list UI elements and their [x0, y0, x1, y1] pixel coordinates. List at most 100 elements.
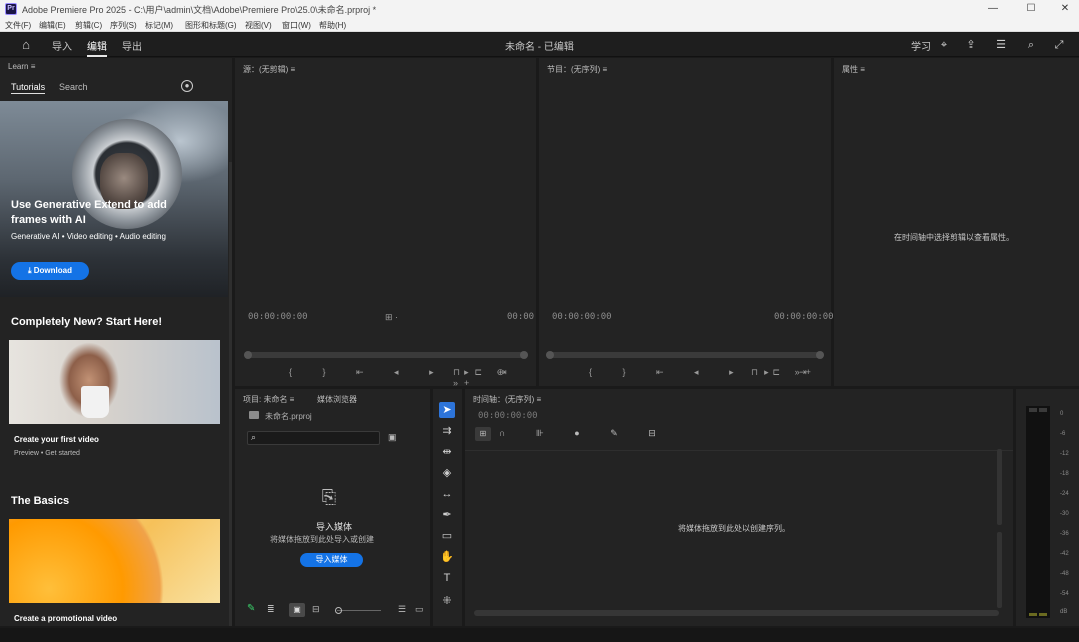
nest-icon[interactable]: ⊞	[475, 427, 491, 441]
tab-tutorials[interactable]: Tutorials	[11, 82, 46, 94]
razor-tool-icon[interactable]: ◈	[439, 465, 455, 481]
panels-icon[interactable]: ☰	[994, 38, 1008, 52]
hero-banner[interactable]: Use Generative Extend to add frames with…	[0, 101, 228, 297]
menu-bar: 文件(F) 编辑(E) 剪辑(C) 序列(S) 标记(M) 图形和标题(G) 视…	[0, 18, 1079, 32]
slip-tool-icon[interactable]: ↔	[439, 486, 455, 502]
freeform-view-icon[interactable]: ⊟	[312, 604, 320, 615]
menu-edit[interactable]: 编辑(E)	[39, 20, 66, 31]
cup-image	[81, 386, 109, 418]
import-media-sub: 将媒体拖放到此处导入或创建	[270, 535, 374, 544]
menu-file[interactable]: 文件(F)	[5, 20, 31, 31]
program-scrubber[interactable]	[546, 351, 824, 359]
program-lift-extract[interactable]: ⊓ ⊏ »+	[751, 367, 817, 378]
meter-label: -6	[1060, 431, 1066, 437]
project-file-name: 未命名.prproj	[265, 412, 312, 421]
rectangle-tool-icon[interactable]: ▭	[439, 528, 455, 544]
timeline-message: 将媒体拖放到此处以创建序列。	[678, 524, 790, 533]
menu-marker[interactable]: 标记(M)	[145, 20, 173, 31]
tab-import[interactable]: 导入	[52, 38, 72, 53]
account-icon[interactable]: ●	[181, 80, 193, 92]
tab-search[interactable]: Search	[59, 82, 88, 92]
workspace-icon[interactable]: ⌖	[937, 38, 951, 52]
home-icon[interactable]: ⌂	[19, 38, 33, 52]
track-select-tool-icon[interactable]: ⇉	[439, 423, 455, 439]
tab-edit[interactable]: 编辑	[87, 38, 107, 57]
meter-label: -24	[1060, 491, 1069, 497]
icon-view-icon[interactable]: ▣	[289, 603, 305, 617]
meter-label: -18	[1060, 471, 1069, 477]
learn-workspace-label[interactable]: 学习	[911, 38, 931, 53]
download-button[interactable]: ⤓ Download	[11, 262, 89, 280]
zoom-slider-handle[interactable]	[335, 607, 342, 614]
video-scrollbar[interactable]	[997, 449, 1002, 525]
audio-meter-bars	[1026, 406, 1050, 618]
hero-title: Use Generative Extend to add frames with…	[11, 199, 167, 226]
tutorial-caption-promo[interactable]: Create a promotional video	[14, 614, 117, 623]
timeline-title: 时间轴：(无序列) ≡	[473, 395, 542, 404]
list-view-icon[interactable]: ≣	[267, 604, 275, 615]
timeline-tools[interactable]: ∩ ⊪ ● ✎ ⊟	[499, 428, 670, 439]
learn-scrollbar[interactable]	[229, 162, 232, 626]
title-bar: Pr Adobe Premiere Pro 2025 - C:\用户\admin…	[0, 0, 1079, 18]
meter-label: -30	[1060, 511, 1069, 517]
menu-help[interactable]: 帮助(H)	[319, 20, 346, 31]
hand-tool-icon[interactable]: ✋	[439, 549, 455, 565]
source-timecode[interactable]: 00:00:00:00	[248, 312, 308, 322]
new-item-icon[interactable]: ▭	[415, 604, 424, 615]
tab-export[interactable]: 导出	[122, 38, 142, 53]
source-insert-overwrite[interactable]: ⊓ ⊏ ⊕ »+	[453, 367, 536, 388]
sort-icon[interactable]: ☰	[398, 604, 406, 615]
tutorial-sub: Preview • Get started	[14, 450, 80, 457]
program-monitor-title: 节目：(无序列) ≡	[547, 65, 608, 74]
folder-icon	[249, 411, 259, 419]
type-tool-icon[interactable]: T	[439, 570, 455, 586]
tutorial-caption[interactable]: Create your first video	[14, 435, 99, 444]
program-timecode[interactable]: 00:00:00:00	[552, 312, 612, 322]
workspace-header: ⌂ 导入 编辑 导出 未命名 - 已编辑 学习 ⌖ ⇪ ☰ ⌕ ⤢	[0, 33, 1079, 57]
menu-window[interactable]: 窗口(W)	[282, 20, 311, 31]
zoom-slider[interactable]	[337, 610, 381, 611]
menu-sequence[interactable]: 序列(S)	[110, 20, 137, 31]
tutorial-card-promo[interactable]	[9, 519, 220, 603]
source-scrubber[interactable]	[244, 351, 528, 359]
meter-label: -54	[1060, 591, 1069, 597]
menu-graphics[interactable]: 图形和标题(G)	[185, 20, 237, 31]
timeline-horizontal-scrollbar[interactable]	[474, 610, 999, 616]
project-search-input[interactable]: ⌕	[247, 431, 380, 445]
import-media-button[interactable]: 导入媒体	[300, 553, 363, 567]
window-title: Adobe Premiere Pro 2025 - C:\用户\admin\文档…	[22, 5, 377, 15]
learn-panel: Learn ≡ Tutorials Search ● Use Generativ…	[0, 58, 232, 626]
menu-clip[interactable]: 剪辑(C)	[75, 20, 102, 31]
premiere-app-icon: Pr	[5, 3, 17, 15]
close-button[interactable]: ✕	[1058, 2, 1072, 16]
section-basics: The Basics	[11, 495, 70, 507]
source-monitor: 源：(无剪辑) ≡ 00:00:00:00 ⊞ · 00:00 { } ⇤ ◂ …	[235, 58, 536, 388]
pen-tool-icon[interactable]: ✒	[439, 507, 455, 523]
fullscreen-icon[interactable]: ⤢	[1052, 38, 1066, 52]
share-icon[interactable]: ⇪	[964, 38, 978, 52]
maximize-button[interactable]: ☐	[1024, 2, 1038, 16]
new-bin-icon[interactable]: ▣	[388, 432, 397, 443]
ripple-edit-tool-icon[interactable]: ⇹	[439, 444, 455, 460]
import-media-title: 导入媒体	[316, 522, 353, 532]
tools-panel: ➤ ⇉ ⇹ ◈ ↔ ✒ ▭ ✋ T ⁜	[433, 389, 462, 626]
program-monitor: 节目：(无序列) ≡ 00:00:00:00 00:00:00:00 { } ⇤…	[539, 58, 834, 386]
search-icon: ⌕	[251, 432, 257, 442]
meter-label: dB	[1060, 609, 1068, 615]
project-tab[interactable]: 项目: 未命名 ≡	[243, 394, 294, 405]
meter-label: -42	[1060, 551, 1069, 557]
menu-view[interactable]: 视图(V)	[245, 20, 272, 31]
media-browser-tab[interactable]: 媒体浏览器	[317, 394, 357, 405]
audio-scrollbar[interactable]	[997, 532, 1002, 608]
status-bar	[0, 628, 1079, 642]
pencil-icon[interactable]: ✎	[247, 603, 255, 614]
selection-tool-icon[interactable]: ➤	[439, 402, 455, 418]
minimize-button[interactable]: —	[986, 2, 1000, 16]
generative-tool-icon[interactable]: ⁜	[439, 593, 455, 609]
timeline-divider	[465, 450, 1013, 451]
timeline-timecode[interactable]: 00:00:00:00	[478, 411, 538, 421]
tutorial-card-first-video[interactable]	[9, 340, 220, 424]
search-icon[interactable]: ⌕	[1024, 38, 1038, 52]
source-settings-icon[interactable]: ⊞ ·	[385, 312, 398, 323]
learn-panel-title: Learn ≡	[8, 62, 36, 71]
